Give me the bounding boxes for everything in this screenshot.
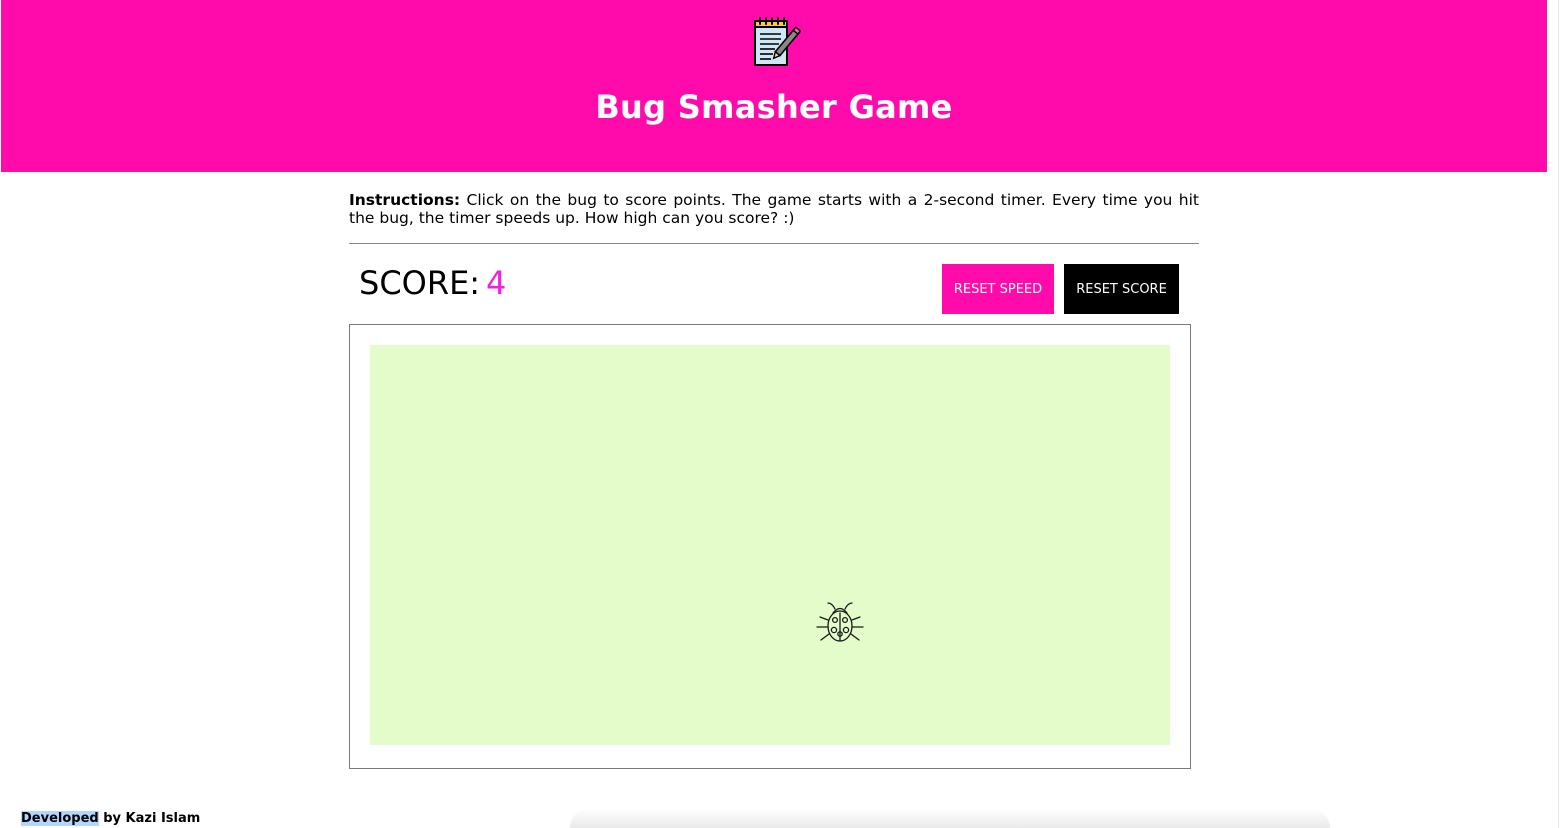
footer-credit: Developed by Kazi Islam	[21, 810, 200, 828]
reset-score-button[interactable]: RESET SCORE	[1064, 264, 1179, 314]
ladybug-icon[interactable]	[814, 600, 866, 646]
footer-text: by Kazi Islam	[98, 811, 201, 826]
score-label: SCORE:	[359, 264, 481, 302]
scrollbar-track	[1558, 0, 1559, 828]
footer-highlighted-text: Developed	[21, 811, 99, 826]
page-header: Bug Smasher Game	[1, 0, 1547, 172]
page-title: Bug Smasher Game	[595, 88, 953, 126]
reset-speed-button[interactable]: RESET SPEED	[942, 264, 1054, 314]
instructions-label: Instructions:	[349, 191, 461, 209]
instructions-text: Click on the bug to score points. The ga…	[349, 191, 1199, 227]
instructions: Instructions: Click on the bug to score …	[349, 191, 1199, 227]
shadow-overlay	[570, 808, 1330, 828]
notepad-pencil-icon	[754, 17, 801, 66]
score-value: 4	[486, 264, 507, 302]
game-board[interactable]	[370, 345, 1170, 745]
divider	[349, 243, 1199, 244]
